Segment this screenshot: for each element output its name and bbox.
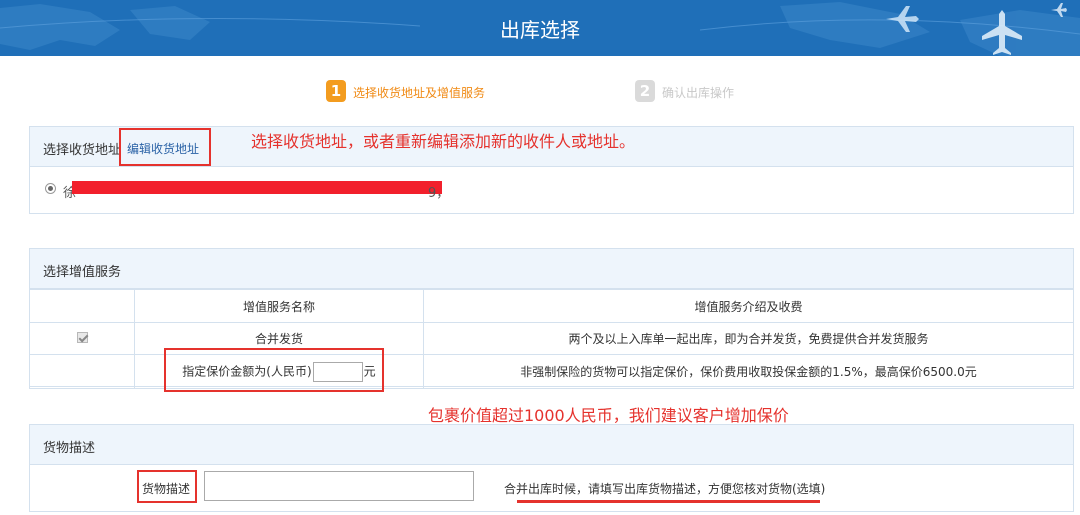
vas-panel-header: 选择增值服务 bbox=[30, 249, 1073, 289]
merge-shipping-checkbox[interactable] bbox=[76, 331, 88, 343]
vas-header-select bbox=[29, 289, 135, 323]
address-panel-title: 选择收货地址 bbox=[43, 143, 122, 158]
step-2-number: 2 bbox=[635, 80, 655, 102]
vas-row-check-cell bbox=[29, 354, 135, 389]
desc-panel-header: 货物描述 bbox=[30, 425, 1073, 465]
step-1-label: 选择收货地址及增值服务 bbox=[353, 86, 486, 100]
step-2-label: 确认出库操作 bbox=[662, 86, 735, 100]
vas-row-desc: 非强制保险的货物可以指定保价，保价费用收取投保金额的1.5%，最高保价6500.… bbox=[423, 354, 1074, 389]
vas-header-name: 增值服务名称 bbox=[134, 289, 424, 323]
vas-header-desc: 增值服务介绍及收费 bbox=[423, 289, 1074, 323]
highlight-box-edit-link bbox=[119, 128, 211, 166]
desc-hint-underline bbox=[517, 500, 820, 503]
vas-row-check-cell bbox=[29, 322, 135, 355]
desc-hint: 合并出库时候，请填写出库货物描述，方便您核对货物(选填) bbox=[504, 482, 826, 496]
page-title: 出库选择 bbox=[500, 18, 580, 42]
address-text-end: 9， bbox=[428, 186, 450, 201]
page-header: 出库选择 bbox=[0, 0, 1080, 56]
address-radio[interactable] bbox=[45, 183, 56, 194]
desc-panel-title: 货物描述 bbox=[43, 441, 96, 456]
redaction-bar bbox=[72, 181, 442, 194]
desc-input[interactable] bbox=[204, 471, 474, 501]
vas-panel-title: 选择增值服务 bbox=[43, 265, 122, 280]
highlight-box-insure bbox=[164, 348, 384, 392]
address-annotation: 选择收货地址，或者重新编辑添加新的收件人或地址。 bbox=[251, 132, 636, 151]
vas-row-desc: 两个及以上入库单一起出库，即为合并发货，免费提供合并发货服务 bbox=[423, 322, 1074, 355]
highlight-box-desc-label bbox=[137, 470, 197, 503]
step-1-number: 1 bbox=[326, 80, 346, 102]
insure-annotation: 包裹价值超过1000人民币，我们建议客户增加保价 bbox=[428, 406, 789, 425]
